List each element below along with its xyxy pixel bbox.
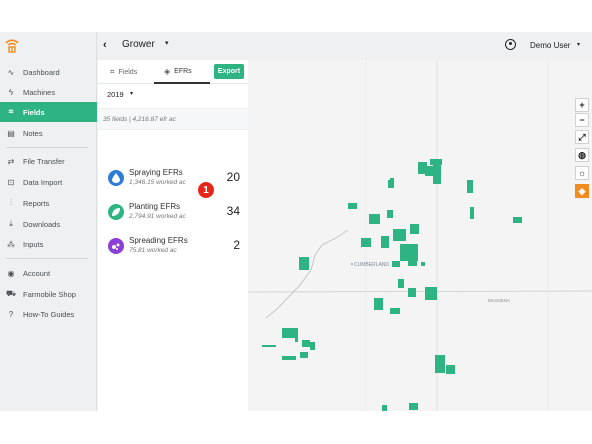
fields-summary: 35 fields | 4,216.87 efr ac: [103, 116, 176, 123]
layers-icon: ◈: [164, 67, 171, 76]
efr-subtitle: 1,346.15 worked ac: [129, 179, 186, 186]
field-polygon: [262, 345, 276, 347]
sidebar-item-label: Fields: [23, 107, 45, 117]
sidebar-item-label: Account: [23, 268, 51, 278]
farmobile-logo-icon[interactable]: [5, 37, 19, 53]
active-tab-indicator: [154, 82, 210, 84]
town-label-cumberland: CUMBERLAND: [354, 262, 389, 268]
leaf-icon: [108, 204, 124, 220]
weather-icon[interactable]: ☼: [575, 166, 589, 180]
spread-icon: [108, 238, 124, 254]
sidebar-item-label: Reports: [23, 198, 50, 208]
shop-icon: ⛟: [5, 289, 17, 298]
export-button[interactable]: Export: [214, 64, 244, 79]
map-view[interactable]: CUMBERLAND MASSENA: [248, 60, 592, 411]
sidebar-item-file-transfer[interactable]: ⇄ File Transfer: [0, 151, 97, 171]
field-icon: ⌗: [8, 107, 14, 116]
sidebar-divider: [6, 258, 88, 259]
inputs-icon: ⁂: [7, 239, 15, 249]
sidebar-item-inputs[interactable]: ⁂ Inputs: [0, 234, 97, 254]
efr-count: 2: [233, 238, 240, 252]
map-canvas: CUMBERLAND MASSENA: [248, 60, 592, 411]
sidebar-item-account[interactable]: ◉ Account: [0, 263, 97, 283]
sidebar-item-label: How-To Guides: [23, 309, 75, 319]
sidebar-item-notes[interactable]: ▤ Notes: [0, 123, 97, 143]
account-icon: ◉: [7, 268, 15, 278]
sidebar-item-label: Farmobile Shop: [23, 289, 76, 299]
tab-efrs[interactable]: ◈ EFRs: [164, 67, 192, 76]
bolt-icon: ϟ: [8, 87, 14, 97]
zoom-out-icon[interactable]: −: [575, 113, 589, 127]
efr-count: 20: [226, 170, 240, 184]
back-icon[interactable]: ‹: [103, 39, 107, 51]
user-name[interactable]: Demo User: [530, 41, 570, 50]
sidebar-item-label: Notes: [23, 128, 43, 138]
sidebar-item-downloads[interactable]: ⤓ Downloads: [0, 214, 97, 234]
download-icon: ⤓: [9, 219, 13, 228]
notes-icon: ▤: [7, 128, 15, 138]
efr-item-spreading[interactable]: Spreading EFRs 75.81 worked ac 2: [98, 230, 248, 264]
efr-item-planting[interactable]: Planting EFRs 2,794.91 worked ac 34: [98, 196, 248, 230]
droplet-icon: [108, 170, 124, 186]
step-marker-badge: 1: [197, 181, 215, 199]
map-layers-icon[interactable]: ◈: [575, 184, 589, 198]
app-frame: ∿ Dashboard ϟ Machines ⌗ Fields ▤ Notes …: [0, 32, 592, 411]
sidebar: ∿ Dashboard ϟ Machines ⌗ Fields ▤ Notes …: [0, 32, 97, 411]
sidebar-item-reports[interactable]: ⫶ Reports: [0, 193, 97, 213]
sidebar-item-label: Machines: [23, 87, 56, 97]
efr-panel: ⌗ Fields ◈ EFRs Export 2019 ▾ 35 fields …: [98, 60, 248, 411]
summary-bar: 35 fields | 4,216.87 efr ac: [98, 108, 248, 130]
sidebar-item-data-import[interactable]: ⊡ Data Import: [0, 172, 97, 192]
chevron-down-icon[interactable]: ▾: [130, 90, 133, 97]
field-polygon: [418, 162, 427, 174]
user-avatar-icon[interactable]: [505, 39, 516, 50]
town-label-massena: MASSENA: [488, 298, 510, 303]
sidebar-item-label: File Transfer: [23, 156, 65, 166]
sidebar-item-machines[interactable]: ϟ Machines: [0, 82, 97, 102]
import-icon: ⊡: [7, 177, 15, 187]
sidebar-item-label: Data Import: [23, 177, 63, 187]
top-bar: ‹ Grower ▾ Demo User ▾: [97, 32, 592, 60]
chevron-down-icon[interactable]: ▾: [577, 41, 580, 48]
efr-count: 34: [226, 204, 240, 218]
transfer-icon: ⇄: [7, 156, 15, 166]
panel-tabs: ⌗ Fields ◈ EFRs Export: [98, 60, 248, 84]
efr-subtitle: 2,794.91 worked ac: [129, 213, 186, 220]
globe-icon[interactable]: ◍: [575, 148, 589, 162]
tab-label: EFRs: [174, 68, 192, 75]
sidebar-item-label: Inputs: [23, 239, 44, 249]
reports-icon: ⫶: [10, 198, 12, 207]
sidebar-item-label: Downloads: [23, 219, 61, 229]
field-outline-icon: ⌗: [110, 67, 115, 76]
efr-title: Spraying EFRs: [129, 168, 183, 177]
efr-title: Spreading EFRs: [129, 236, 188, 245]
town-dot: [351, 263, 353, 265]
sidebar-item-fields[interactable]: ⌗ Fields: [0, 102, 97, 122]
efr-item-spraying[interactable]: Spraying EFRs 1,346.15 worked ac 20: [98, 162, 248, 196]
tab-fields[interactable]: ⌗ Fields: [110, 67, 137, 77]
sidebar-item-dashboard[interactable]: ∿ Dashboard: [0, 62, 97, 82]
sidebar-divider: [6, 147, 88, 148]
efr-subtitle: 75.81 worked ac: [129, 247, 177, 254]
sidebar-item-how-to-guides[interactable]: ? How-To Guides: [0, 304, 97, 324]
field-polygons: [282, 159, 522, 411]
efr-title: Planting EFRs: [129, 202, 181, 211]
help-icon: ?: [8, 309, 14, 319]
chevron-down-icon[interactable]: ▾: [165, 39, 169, 47]
sidebar-item-label: Dashboard: [23, 67, 60, 77]
fullscreen-icon[interactable]: ⤢: [575, 130, 589, 144]
tab-label: Fields: [118, 68, 138, 76]
year-select[interactable]: 2019: [107, 90, 124, 99]
pulse-icon: ∿: [7, 67, 15, 77]
context-title[interactable]: Grower: [122, 39, 155, 50]
zoom-in-icon[interactable]: +: [575, 98, 589, 112]
sidebar-item-farmobile-shop[interactable]: ⛟ Farmobile Shop: [0, 284, 97, 304]
